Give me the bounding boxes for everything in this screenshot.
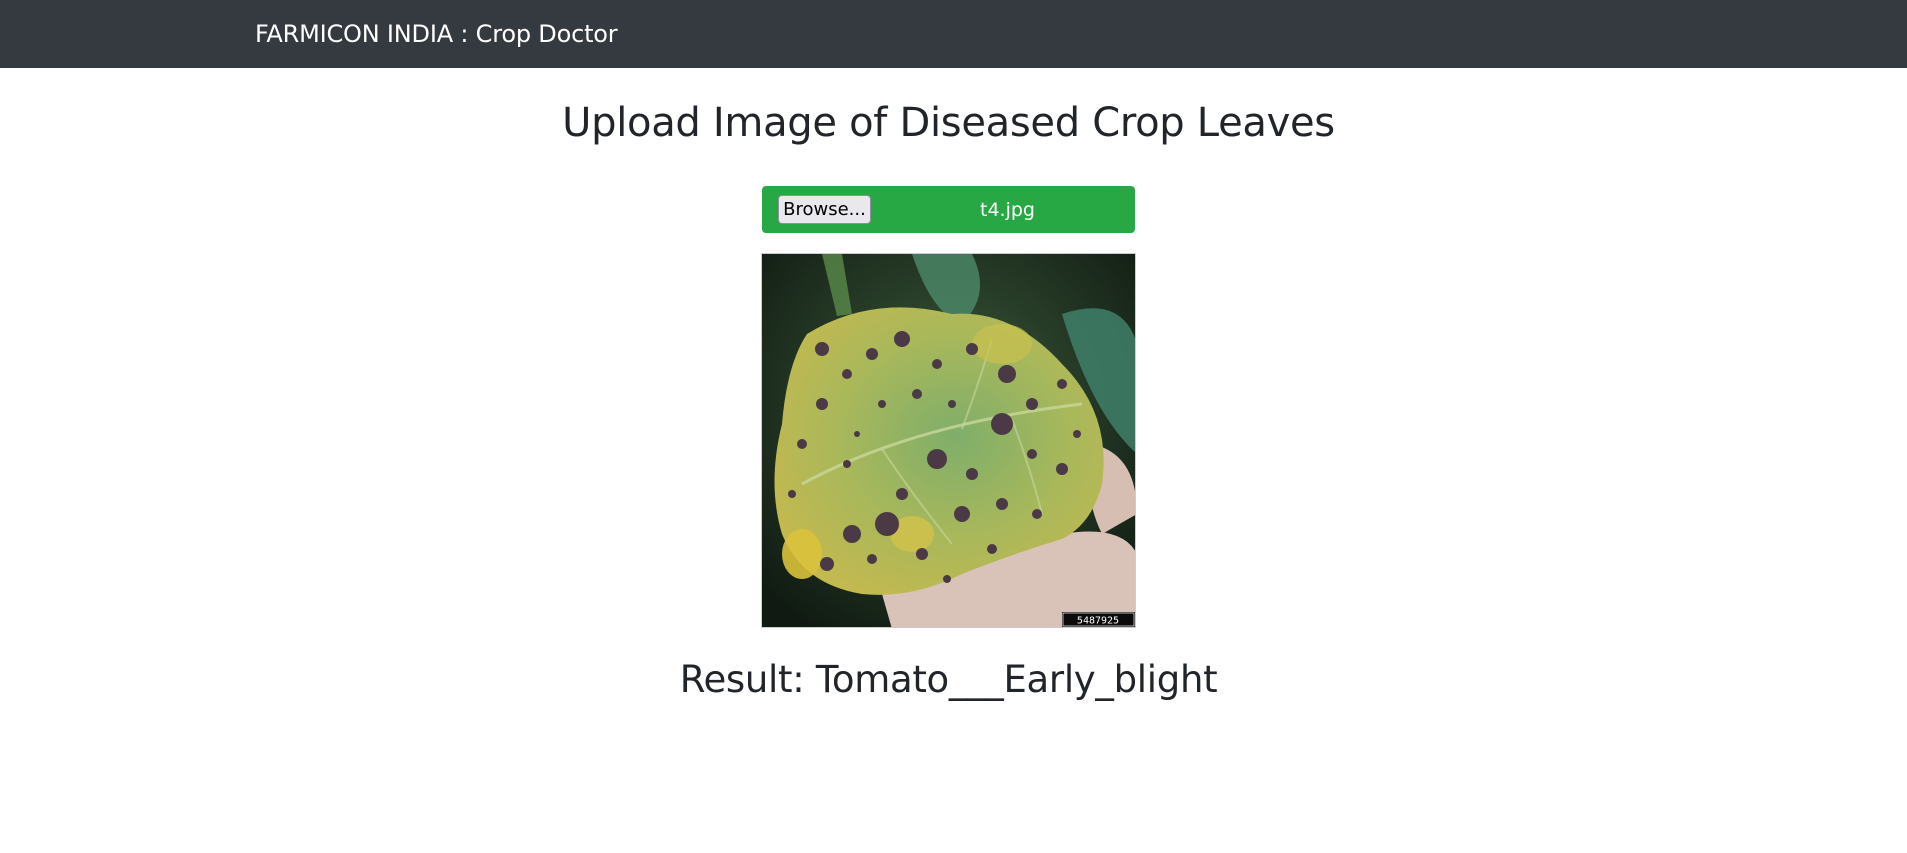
- uploaded-leaf-image: 5487925: [761, 253, 1136, 628]
- brand-title[interactable]: FARMICON INDIA : Crop Doctor: [255, 18, 618, 50]
- prediction-result: Result: Tomato___Early_blight: [679, 658, 1218, 701]
- selected-file-name: t4.jpg: [980, 199, 1035, 221]
- top-navbar: FARMICON INDIA : Crop Doctor: [0, 0, 1907, 68]
- page-title: Upload Image of Diseased Crop Leaves: [562, 100, 1335, 146]
- image-id-label: 5487925: [1077, 616, 1119, 627]
- browse-button[interactable]: Browse...: [778, 195, 871, 224]
- file-upload-field[interactable]: Browse... t4.jpg: [762, 186, 1135, 233]
